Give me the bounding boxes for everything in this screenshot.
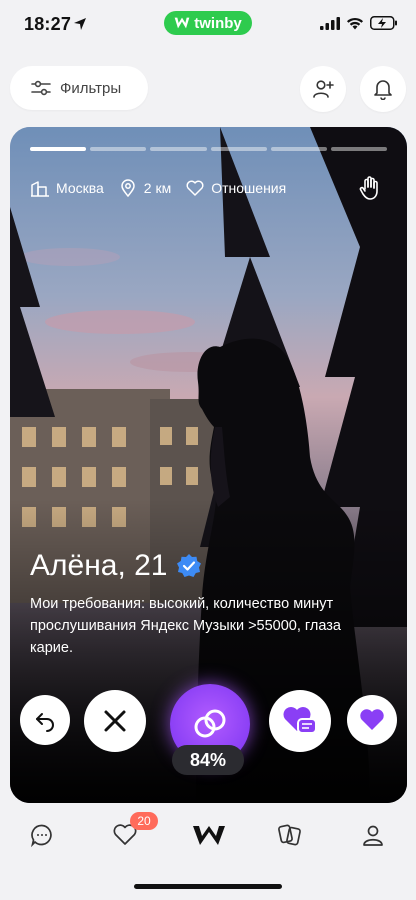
photo-progress-segment [150, 147, 207, 151]
profile-card[interactable]: Москва 2 км Отношения Алёна, 21 Мои треб… [10, 127, 407, 803]
status-icons [320, 16, 398, 30]
filters-button[interactable]: Фильтры [10, 66, 148, 110]
notifications-button[interactable] [360, 66, 406, 112]
bottom-nav: 20 [0, 808, 416, 860]
rings-icon [194, 709, 226, 738]
heart-icon [360, 709, 384, 730]
nav-profile[interactable] [358, 820, 388, 850]
photo-progress-bar [30, 147, 388, 151]
profile-name-age: Алёна, 21 [30, 549, 168, 582]
dislike-button[interactable] [84, 690, 146, 752]
hearts-icon [186, 180, 204, 196]
bell-icon [374, 80, 392, 100]
photo-progress-segment [270, 147, 327, 151]
photo-progress-segment [90, 147, 147, 151]
tag-distance-label: 2 км [143, 180, 172, 196]
twinby-logo-icon [193, 826, 225, 845]
heart-message-icon [283, 707, 317, 734]
add-friend-button[interactable] [300, 66, 346, 112]
city-icon [31, 181, 49, 197]
tag-city: Москва [30, 178, 104, 198]
cellular-signal-icon [320, 16, 340, 30]
chat-icon [31, 824, 52, 847]
sliders-icon [31, 80, 51, 96]
nav-home[interactable] [192, 820, 226, 850]
photo-progress-segment [330, 147, 388, 151]
photo-progress-segment [30, 147, 87, 151]
tag-goal: Отношения [185, 178, 286, 198]
twinby-logo-icon [174, 17, 190, 29]
tag-distance: 2 км [118, 178, 171, 198]
filters-label: Фильтры [60, 79, 122, 97]
undo-button[interactable] [20, 695, 70, 745]
nav-cards[interactable] [275, 820, 305, 850]
message-like-button[interactable] [269, 690, 331, 752]
add-person-icon [313, 80, 334, 98]
profile-name-row: Алёна, 21 [30, 549, 202, 583]
tag-city-label: Москва [56, 180, 104, 196]
cards-icon [278, 824, 301, 846]
brand-pill[interactable]: twinby [164, 11, 252, 35]
like-button[interactable] [347, 695, 397, 745]
photo-progress-segment [210, 147, 267, 151]
wave-hand-icon[interactable] [357, 175, 383, 201]
status-time: 18:27 [24, 14, 72, 34]
battery-charging-icon [370, 16, 397, 30]
compatibility-percent: 84% [172, 745, 244, 775]
likes-badge: 20 [130, 812, 158, 830]
brand-name: twinby [194, 14, 242, 32]
nav-chats[interactable] [27, 820, 57, 850]
profile-icon [363, 825, 383, 846]
close-icon [104, 710, 126, 732]
wifi-icon [347, 17, 363, 29]
location-arrow-icon [74, 18, 86, 30]
undo-icon [36, 713, 54, 732]
status-bar: 18:27 twinby [0, 0, 416, 52]
tag-goal-label: Отношения [211, 180, 287, 196]
profile-tags: Москва 2 км Отношения [30, 175, 387, 201]
location-pin-icon [121, 179, 135, 198]
verified-badge-icon [176, 554, 201, 577]
home-indicator [134, 884, 282, 889]
profile-bio: Мои требования: высокий, количество мину… [30, 596, 341, 656]
